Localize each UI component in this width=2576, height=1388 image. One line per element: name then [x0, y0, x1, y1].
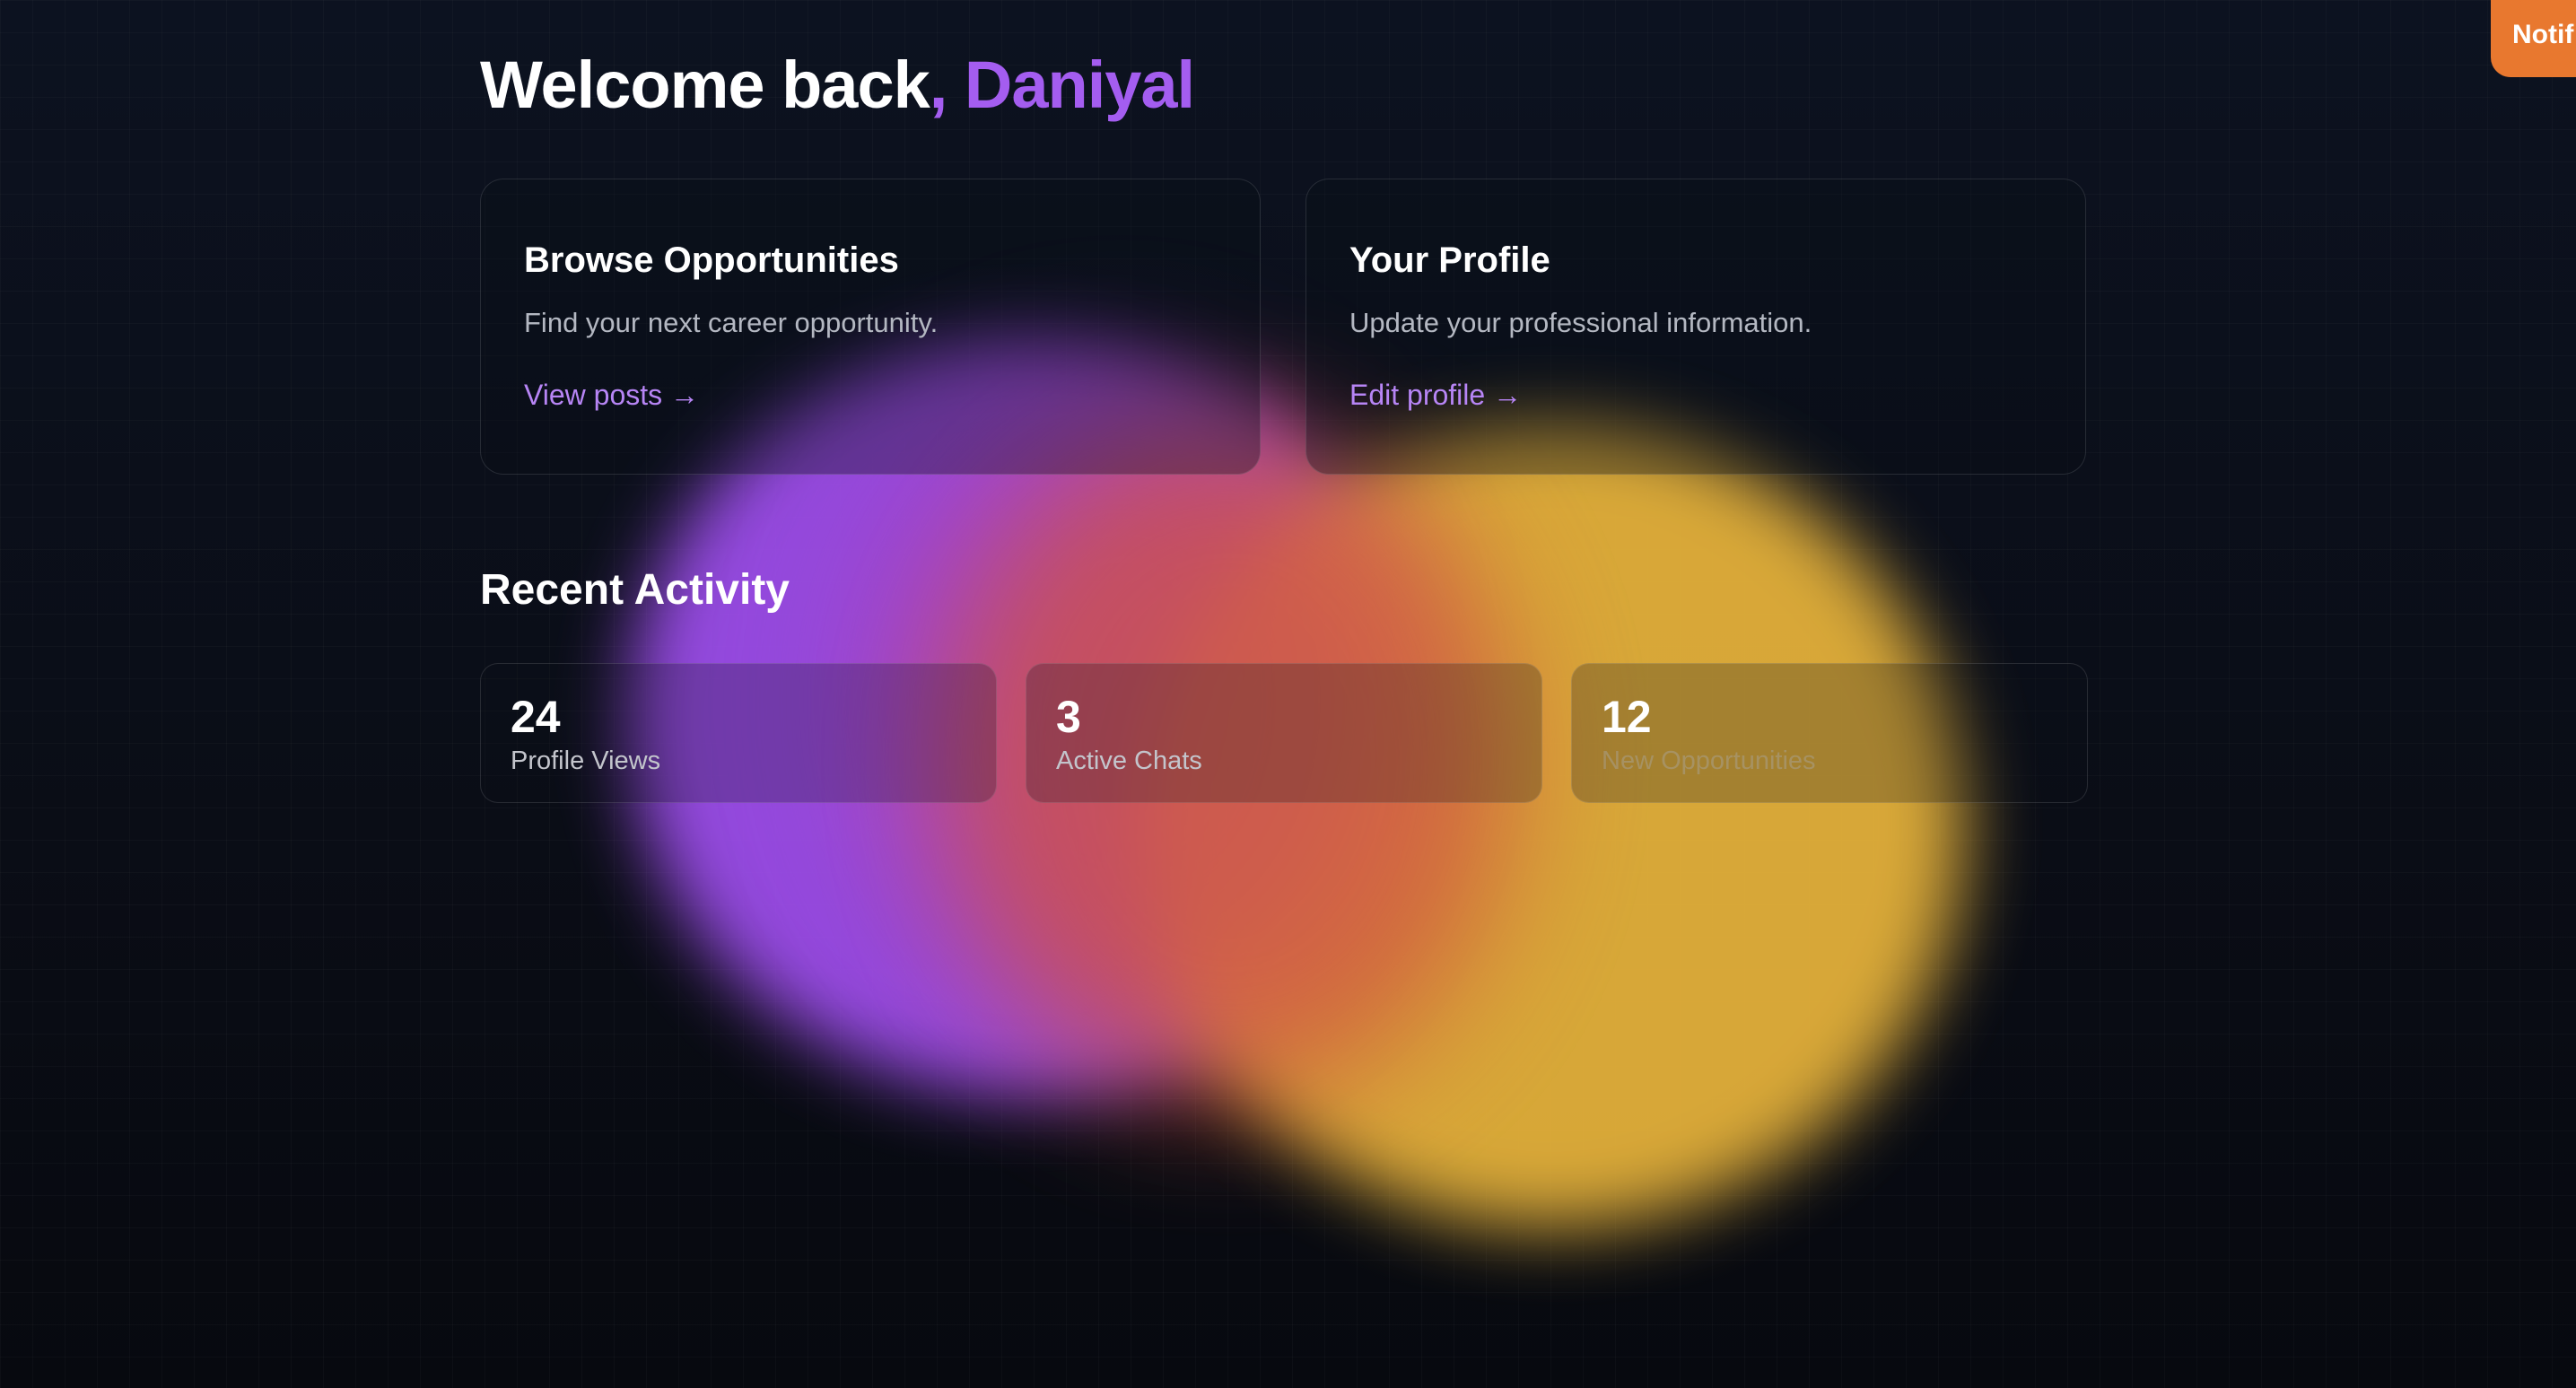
- page-title: Welcome back, Daniyal: [480, 47, 1195, 123]
- user-name: Daniyal: [964, 48, 1195, 122]
- stat-label: New Opportunities: [1602, 746, 1816, 775]
- view-posts-link[interactable]: View posts →: [524, 379, 699, 412]
- dashboard-page: Welcome back, Daniyal Browse Opportuniti…: [0, 0, 2576, 1388]
- card-description: Update your professional information.: [1349, 307, 1812, 338]
- recent-activity-heading: Recent Activity: [480, 566, 790, 614]
- edit-profile-link[interactable]: Edit profile →: [1349, 379, 1522, 412]
- your-profile-card: Your Profile Update your professional in…: [1305, 179, 2086, 475]
- stat-label: Active Chats: [1056, 746, 1202, 775]
- stat-card-active-chats: 3 Active Chats: [1026, 663, 1542, 803]
- stat-value: 12: [1602, 692, 1652, 742]
- stat-card-profile-views: 24 Profile Views: [480, 663, 997, 803]
- welcome-greeting: Welcome back: [480, 48, 930, 122]
- card-title: Your Profile: [1349, 240, 1550, 280]
- notifications-button[interactable]: Notif: [2491, 0, 2576, 77]
- welcome-separator: ,: [929, 48, 965, 122]
- card-description: Find your next career opportunity.: [524, 307, 939, 338]
- yellow-gradient-blob: [1140, 422, 1965, 1229]
- card-title: Browse Opportunities: [524, 240, 899, 280]
- stat-label: Profile Views: [511, 746, 661, 775]
- stat-value: 3: [1056, 692, 1081, 742]
- browse-opportunities-card: Browse Opportunities Find your next care…: [480, 179, 1261, 475]
- stat-card-new-opportunities: 12 New Opportunities: [1571, 663, 2088, 803]
- stat-value: 24: [511, 692, 561, 742]
